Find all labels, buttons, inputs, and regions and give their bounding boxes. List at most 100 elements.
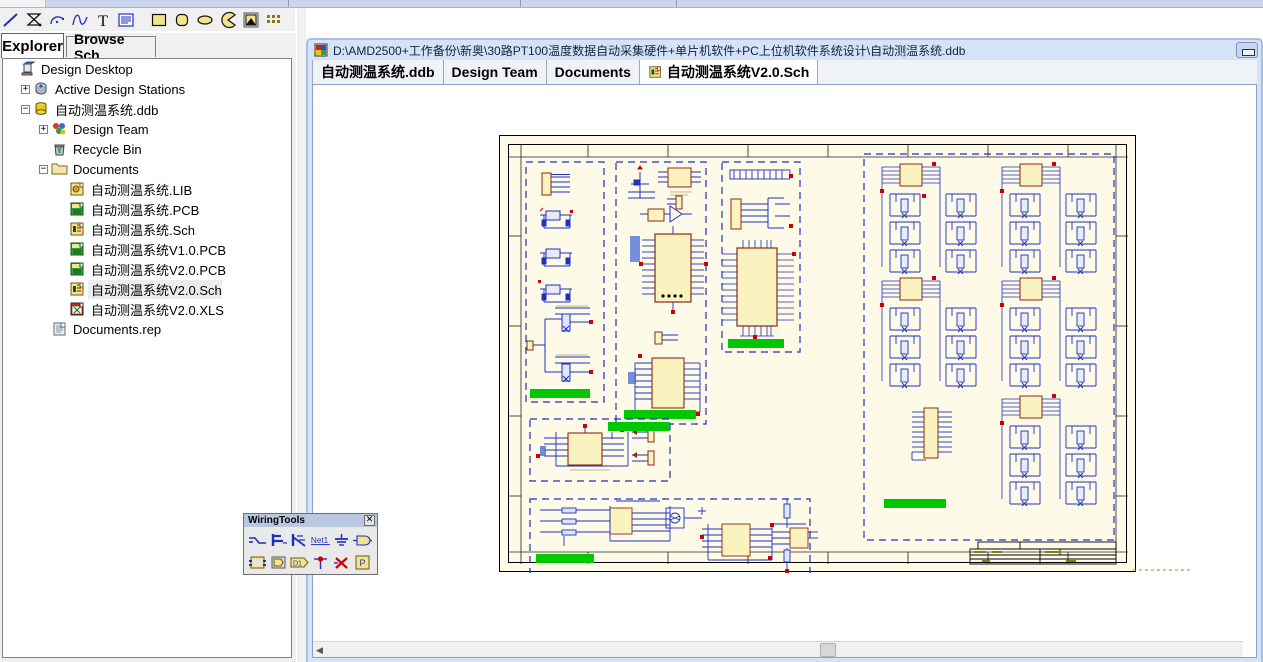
doctab-ddb[interactable]: 自动测温系统.ddb bbox=[312, 60, 444, 84]
scroll-left-arrow[interactable]: ◀ bbox=[314, 644, 325, 656]
horizontal-scrollbar[interactable]: ◀ bbox=[313, 641, 1243, 657]
tree-item-design-desktop[interactable]: Design Desktop bbox=[3, 59, 291, 79]
sch-file-icon bbox=[69, 221, 86, 237]
text-frame-icon[interactable] bbox=[115, 9, 137, 31]
tab-browse-sch[interactable]: Browse Sch bbox=[66, 31, 156, 63]
design-team-icon bbox=[51, 121, 68, 137]
wiring-tools-title-label: WiringTools bbox=[248, 515, 305, 526]
array-icon[interactable] bbox=[263, 9, 285, 31]
doctab-sch-v2[interactable]: 自动测温系统V2.0.Sch bbox=[639, 60, 819, 84]
tree-item-file-pcb[interactable]: 自动测温系统.PCB bbox=[3, 199, 291, 219]
schematic-canvas[interactable] bbox=[313, 85, 1243, 641]
wire-icon[interactable] bbox=[247, 530, 268, 551]
tree-item-label: 自动测温系统.LIB bbox=[91, 182, 193, 198]
tree-item-file-sch-v2[interactable]: 自动测温系统V2.0.Sch bbox=[3, 279, 291, 299]
sheet-symbol-icon[interactable] bbox=[247, 552, 268, 573]
bus-entry-icon[interactable] bbox=[289, 530, 310, 551]
tree-item-label: 自动测温系统V2.0.Sch bbox=[88, 279, 222, 299]
tree-item-label: 自动测温系统V2.0.XLS bbox=[91, 302, 224, 318]
panel-tab-row[interactable]: Explorer Browse Sch bbox=[0, 31, 296, 63]
pcb-file-icon bbox=[69, 201, 86, 217]
sheet-entry-icon[interactable] bbox=[268, 552, 289, 573]
tab-explorer[interactable]: Explorer bbox=[1, 33, 64, 58]
schematic-drawing bbox=[509, 145, 1128, 573]
svg-text:T: T bbox=[98, 13, 108, 29]
document-tab-bar[interactable]: 自动测温系统.ddb Design Team Documents 自动测温系统V… bbox=[312, 60, 1257, 84]
tree-item-file-xls-v2[interactable]: 自动测温系统V2.0.XLS bbox=[3, 299, 291, 319]
report-file-icon bbox=[51, 321, 68, 337]
tree-expander-plus[interactable]: + bbox=[39, 124, 48, 134]
top-toolbar-left-box bbox=[0, 0, 46, 7]
tree-item-label: Design Desktop bbox=[41, 61, 133, 77]
wiring-tools-row-1: Net1 bbox=[247, 529, 374, 551]
part-icon[interactable] bbox=[352, 530, 373, 551]
drawing-toolbar[interactable]: T bbox=[0, 8, 295, 32]
tree-item-label: Recycle Bin bbox=[73, 141, 142, 157]
toolbar-separator bbox=[288, 0, 289, 7]
schematic-canvas-wrapper: ◀ bbox=[312, 84, 1257, 658]
arc-icon[interactable] bbox=[46, 9, 68, 31]
polygon-icon[interactable] bbox=[23, 9, 45, 31]
rectangle-icon[interactable] bbox=[148, 9, 170, 31]
wiring-tools-grid: Net1 D1 P bbox=[244, 527, 377, 575]
tree-item-label: Documents.rep bbox=[73, 321, 162, 337]
sch-file-icon bbox=[648, 65, 663, 79]
design-station-icon bbox=[33, 81, 50, 97]
ellipse-icon[interactable] bbox=[194, 9, 216, 31]
tree-item-label: Active Design Stations bbox=[55, 81, 186, 97]
recycle-bin-icon bbox=[51, 141, 68, 157]
net-label-icon[interactable]: Net1 bbox=[310, 530, 331, 551]
top-toolbar-strip[interactable] bbox=[0, 0, 1263, 8]
doctab-label: 自动测温系统.ddb bbox=[321, 64, 435, 80]
horizontal-scroll-thumb[interactable] bbox=[820, 643, 836, 657]
line-icon[interactable] bbox=[0, 9, 22, 31]
tree-item-label: 自动测温系统.Sch bbox=[91, 222, 196, 238]
wiring-tools-row-2: D1 P bbox=[247, 551, 374, 573]
tree-expander-minus[interactable]: − bbox=[39, 164, 48, 174]
schematic-sheet[interactable] bbox=[499, 135, 1136, 573]
bus-icon[interactable] bbox=[268, 530, 289, 551]
tree-item-design-team[interactable]: + Design Team bbox=[3, 119, 291, 139]
document-window-title: D:\AMD2500+工作备份\新奥\30路PT100温度数据自动采集硬件+单片… bbox=[333, 43, 966, 58]
close-icon[interactable]: ✕ bbox=[364, 515, 375, 526]
doctab-label: Documents bbox=[554, 64, 631, 80]
ddb-document-icon bbox=[314, 43, 328, 57]
wiring-tools-titlebar[interactable]: WiringTools ✕ bbox=[244, 514, 377, 527]
tree-item-file-pcb-v1[interactable]: 自动测温系统V1.0.PCB bbox=[3, 239, 291, 259]
round-rectangle-icon[interactable] bbox=[171, 9, 193, 31]
tree-item-ddb-root[interactable]: − 自动测温系统.ddb bbox=[3, 99, 291, 119]
tree-item-file-lib[interactable]: 自动测温系统.LIB bbox=[3, 179, 291, 199]
restore-button[interactable] bbox=[1236, 42, 1258, 58]
toolbar-separator bbox=[676, 0, 677, 7]
tree-item-file-pcb-v2[interactable]: 自动测温系统V2.0.PCB bbox=[3, 259, 291, 279]
doctab-design-team[interactable]: Design Team bbox=[443, 60, 547, 84]
tree-item-recycle-bin[interactable]: Recycle Bin bbox=[3, 139, 291, 159]
selection-marquee bbox=[1133, 569, 1191, 571]
document-window-titlebar[interactable]: D:\AMD2500+工作备份\新奥\30路PT100温度数据自动采集硬件+单片… bbox=[308, 40, 1261, 60]
tree-item-label: 自动测温系统.PCB bbox=[91, 202, 200, 218]
doctab-documents[interactable]: Documents bbox=[546, 60, 640, 84]
tree-item-file-sch[interactable]: 自动测温系统.Sch bbox=[3, 219, 291, 239]
pie-icon[interactable] bbox=[217, 9, 239, 31]
no-erc-icon[interactable] bbox=[331, 552, 352, 573]
port-icon[interactable]: D1 bbox=[289, 552, 310, 573]
pcb-directive-icon[interactable]: P bbox=[352, 552, 373, 573]
doctab-label: Design Team bbox=[451, 64, 538, 80]
design-desktop-icon bbox=[19, 61, 36, 77]
wiring-tools-palette[interactable]: WiringTools ✕ Net1 D1 P bbox=[243, 513, 378, 575]
tab-explorer-label: Explorer bbox=[2, 37, 63, 55]
text-icon[interactable]: T bbox=[92, 9, 114, 31]
junction-icon[interactable] bbox=[310, 552, 331, 573]
graphic-icon[interactable] bbox=[240, 9, 262, 31]
xls-file-icon bbox=[69, 301, 86, 317]
tree-item-documents-folder[interactable]: − Documents bbox=[3, 159, 291, 179]
tree-item-label: Documents bbox=[73, 161, 139, 177]
tree-expander-plus[interactable]: + bbox=[21, 84, 30, 94]
power-port-icon[interactable] bbox=[331, 530, 352, 551]
database-icon bbox=[33, 101, 50, 117]
tree-item-active-design-stations[interactable]: + Active Design Stations bbox=[3, 79, 291, 99]
tree-item-documents-rep[interactable]: Documents.rep bbox=[3, 319, 291, 339]
lib-file-icon bbox=[69, 181, 86, 197]
tree-expander-minus[interactable]: − bbox=[21, 104, 30, 114]
bezier-icon[interactable] bbox=[69, 9, 91, 31]
